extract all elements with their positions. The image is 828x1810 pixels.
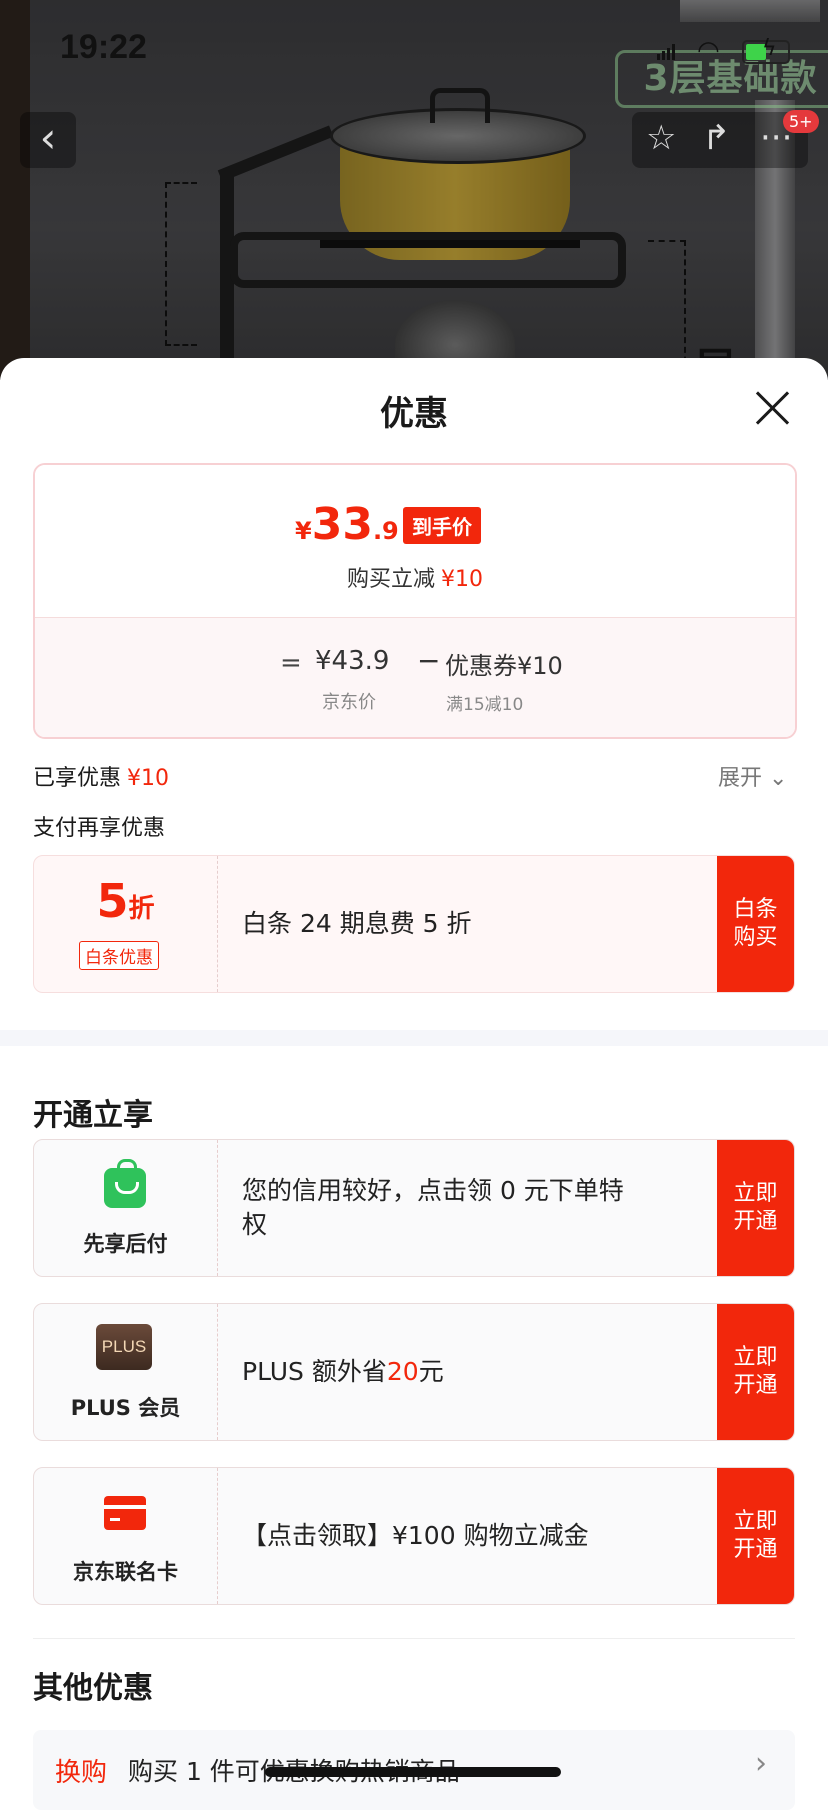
final-price-tag: 到手价 xyxy=(403,507,481,544)
cellular-signal-icon xyxy=(657,44,675,60)
back-button[interactable]: ‹ xyxy=(20,112,76,168)
chevron-right-icon: › xyxy=(755,1746,767,1781)
co-brand-open-button[interactable]: 立即开通 xyxy=(717,1468,794,1604)
instant-reduction: 购买立减 ¥10 xyxy=(346,567,483,592)
chevron-left-icon: ‹ xyxy=(39,113,57,162)
price-breakdown-card: ¥33.9 到手价 购买立减 ¥10 = ¥43.9 − 优惠券¥10 京东价 满… xyxy=(33,463,797,739)
exchange-tag: 换购 xyxy=(55,1758,108,1788)
chevron-down-icon: ⌄ xyxy=(769,766,788,791)
minus-sign: − xyxy=(417,644,441,677)
jd-price-label: 京东价 xyxy=(322,692,376,713)
share-icon[interactable]: ↱ xyxy=(702,118,731,158)
coupon-value: 优惠券¥10 xyxy=(445,652,563,680)
pay-later-card[interactable]: 先享后付 您的信用较好，点击领 0 元下单特权 立即开通 xyxy=(33,1139,795,1277)
discount-value: 5折 xyxy=(96,874,155,928)
baitiao-offer-card[interactable]: 5折 白条优惠 白条 24 期息费 5 折 白条购买 xyxy=(33,855,795,993)
equals-sign: = xyxy=(280,648,302,678)
status-bar: 19:22 ◠ ϟ xyxy=(0,0,828,100)
enjoyed-discount: 已享优惠 ¥10 xyxy=(33,766,170,791)
pay-more-title: 支付再享优惠 xyxy=(33,816,166,841)
plus-open-button[interactable]: 立即开通 xyxy=(717,1304,794,1440)
co-brand-desc: 【点击领取】¥100 购物立减金 xyxy=(242,1521,589,1550)
shopping-bag-icon xyxy=(104,1159,146,1208)
plus-member-desc: PLUS 额外省 20 元 xyxy=(242,1357,444,1386)
co-brand-card[interactable]: 京东联名卡 【点击领取】¥100 购物立减金 立即开通 xyxy=(33,1467,795,1605)
final-price: ¥33.9 xyxy=(295,499,399,550)
section-separator xyxy=(33,1638,795,1639)
message-badge: 5+ xyxy=(783,110,819,133)
favorite-star-icon[interactable]: ☆ xyxy=(646,118,676,158)
baitiao-buy-button[interactable]: 白条购买 xyxy=(717,856,794,992)
credit-card-icon xyxy=(104,1496,146,1530)
pay-later-open-button[interactable]: 立即开通 xyxy=(717,1140,794,1276)
plus-member-label: PLUS 会员 xyxy=(70,1396,181,1420)
open-section-title: 开通立享 xyxy=(33,1098,153,1133)
baitiao-tag: 白条优惠 xyxy=(79,941,159,970)
coupon-rule: 满15减10 xyxy=(446,695,524,715)
top-action-bar: ☆ ↱ ··· xyxy=(632,112,808,168)
section-divider xyxy=(0,1030,828,1046)
home-indicator xyxy=(265,1767,561,1777)
wifi-icon: ◠ xyxy=(697,36,720,66)
plus-icon: PLUS xyxy=(96,1324,152,1370)
baitiao-desc: 白条 24 期息费 5 折 xyxy=(242,909,472,938)
discount-sheet: 优惠 ¥33.9 到手价 购买立减 ¥10 = ¥43.9 − 优惠券¥10 京东… xyxy=(0,358,828,1810)
status-time: 19:22 xyxy=(60,28,147,66)
jd-price: ¥43.9 xyxy=(315,646,390,676)
co-brand-label: 京东联名卡 xyxy=(73,1560,178,1584)
plus-member-card[interactable]: PLUS PLUS 会员 PLUS 额外省 20 元 立即开通 xyxy=(33,1303,795,1441)
pay-later-desc: 您的信用较好，点击领 0 元下单特权 xyxy=(242,1176,624,1239)
battery-icon: ϟ xyxy=(742,36,790,64)
other-section-title: 其他优惠 xyxy=(33,1671,153,1706)
close-icon[interactable] xyxy=(752,388,792,428)
expand-button[interactable]: 展开 ⌄ xyxy=(718,760,787,792)
pay-later-label: 先享后付 xyxy=(83,1232,168,1256)
sheet-title: 优惠 xyxy=(380,394,448,434)
